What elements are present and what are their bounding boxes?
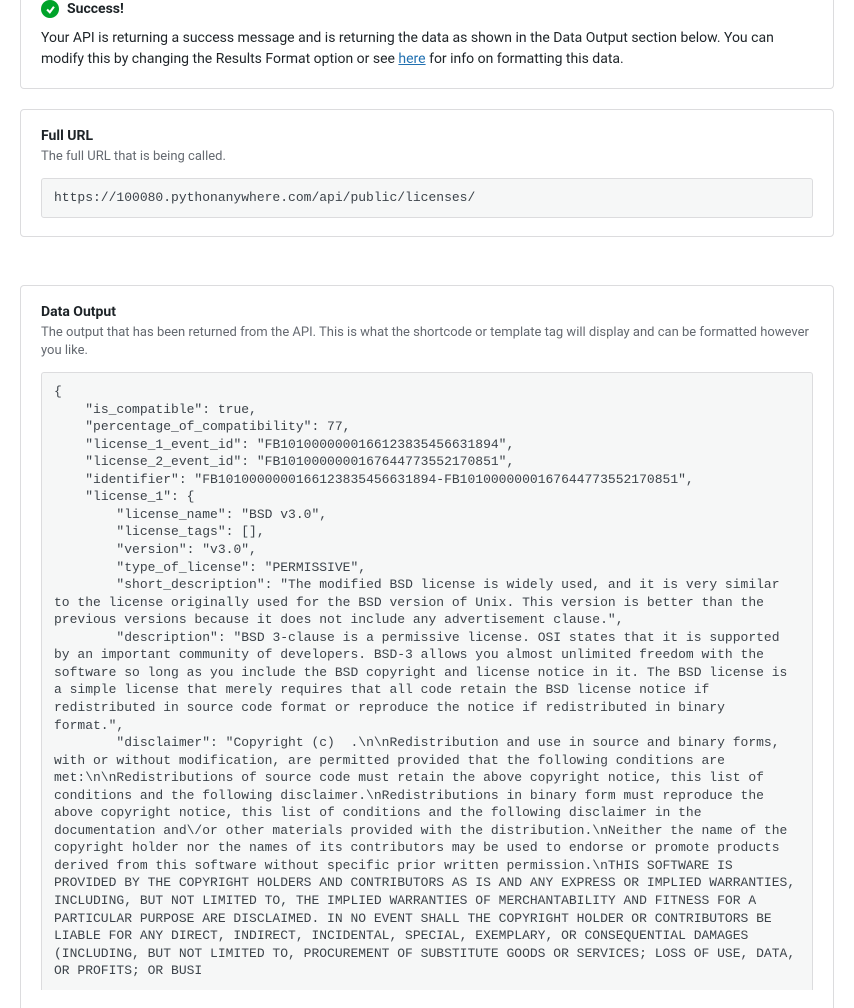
check-circle-icon xyxy=(41,0,59,18)
success-panel: Success! Your API is returning a success… xyxy=(20,0,834,89)
success-title: Success! xyxy=(67,1,124,17)
full-url-title: Full URL xyxy=(41,128,813,144)
data-output-panel: Data Output The output that has been ret… xyxy=(20,285,834,1008)
success-description: Your API is returning a success message … xyxy=(41,28,813,70)
success-desc-after: for info on formatting this data. xyxy=(426,51,624,67)
data-output-sub: The output that has been returned from t… xyxy=(41,324,813,360)
data-output-value: { "is_compatible": true, "percentage_of_… xyxy=(41,372,813,990)
full-url-sub: The full URL that is being called. xyxy=(41,148,813,166)
full-url-panel: Full URL The full URL that is being call… xyxy=(20,109,834,237)
full-url-value: https://100080.pythonanywhere.com/api/pu… xyxy=(41,178,813,218)
success-header: Success! xyxy=(41,0,813,18)
success-help-link[interactable]: here xyxy=(398,51,425,67)
data-output-title: Data Output xyxy=(41,304,813,320)
